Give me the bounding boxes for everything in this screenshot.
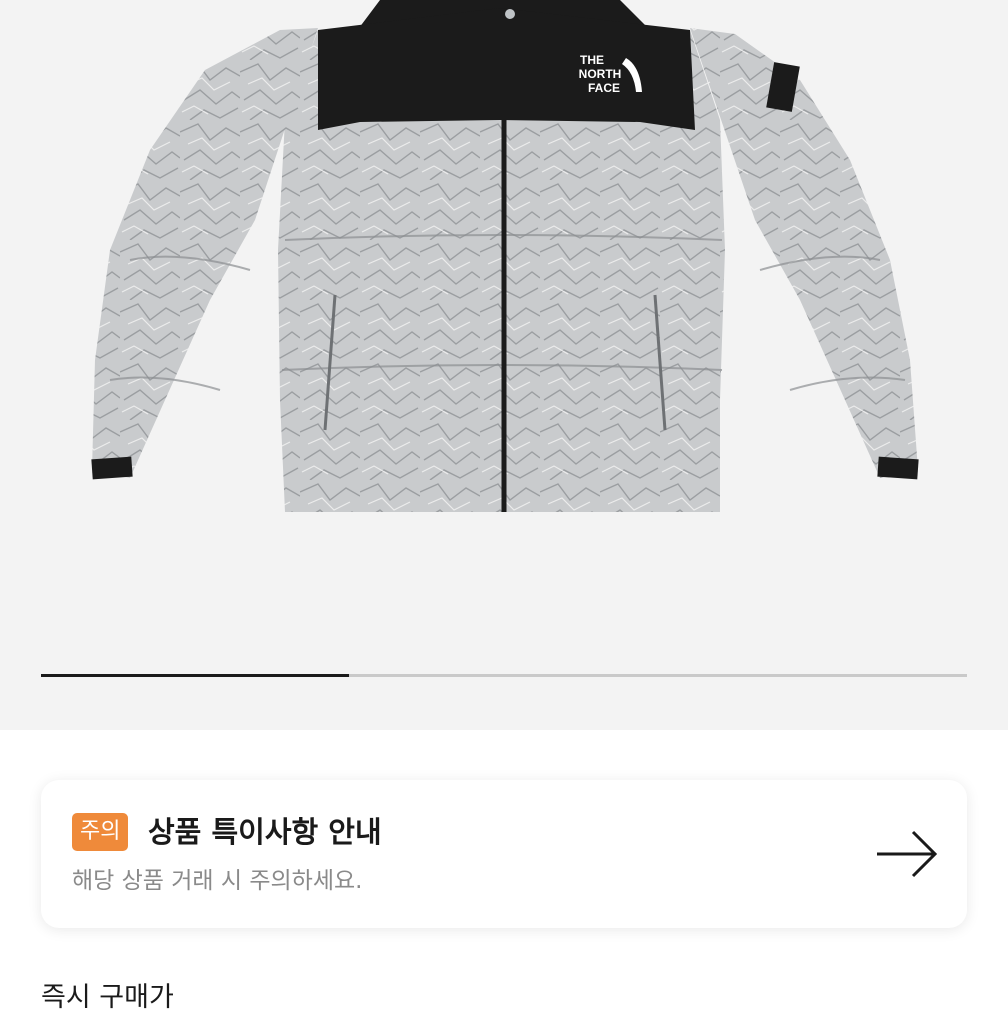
product-image: THE NORTH FACE xyxy=(91,0,919,512)
gallery-progress-fill xyxy=(41,674,350,677)
notice-subtitle: 해당 상품 거래 시 주의하세요. xyxy=(72,868,363,894)
product-notice-card[interactable]: 주의 상품 특이사항 안내 해당 상품 거래 시 주의하세요. xyxy=(41,780,967,928)
instant-buy-price-label: 즉시 구매가 xyxy=(41,982,174,1013)
arrow-right-icon[interactable] xyxy=(875,830,939,878)
product-image-gallery[interactable]: THE NORTH FACE xyxy=(0,0,1008,730)
gallery-progress-track xyxy=(41,674,967,677)
svg-text:NORTH: NORTH xyxy=(579,67,622,81)
notice-title: 상품 특이사항 안내 xyxy=(148,815,382,849)
caution-badge: 주의 xyxy=(72,813,129,851)
svg-text:FACE: FACE xyxy=(588,81,620,95)
svg-text:THE: THE xyxy=(580,53,604,67)
